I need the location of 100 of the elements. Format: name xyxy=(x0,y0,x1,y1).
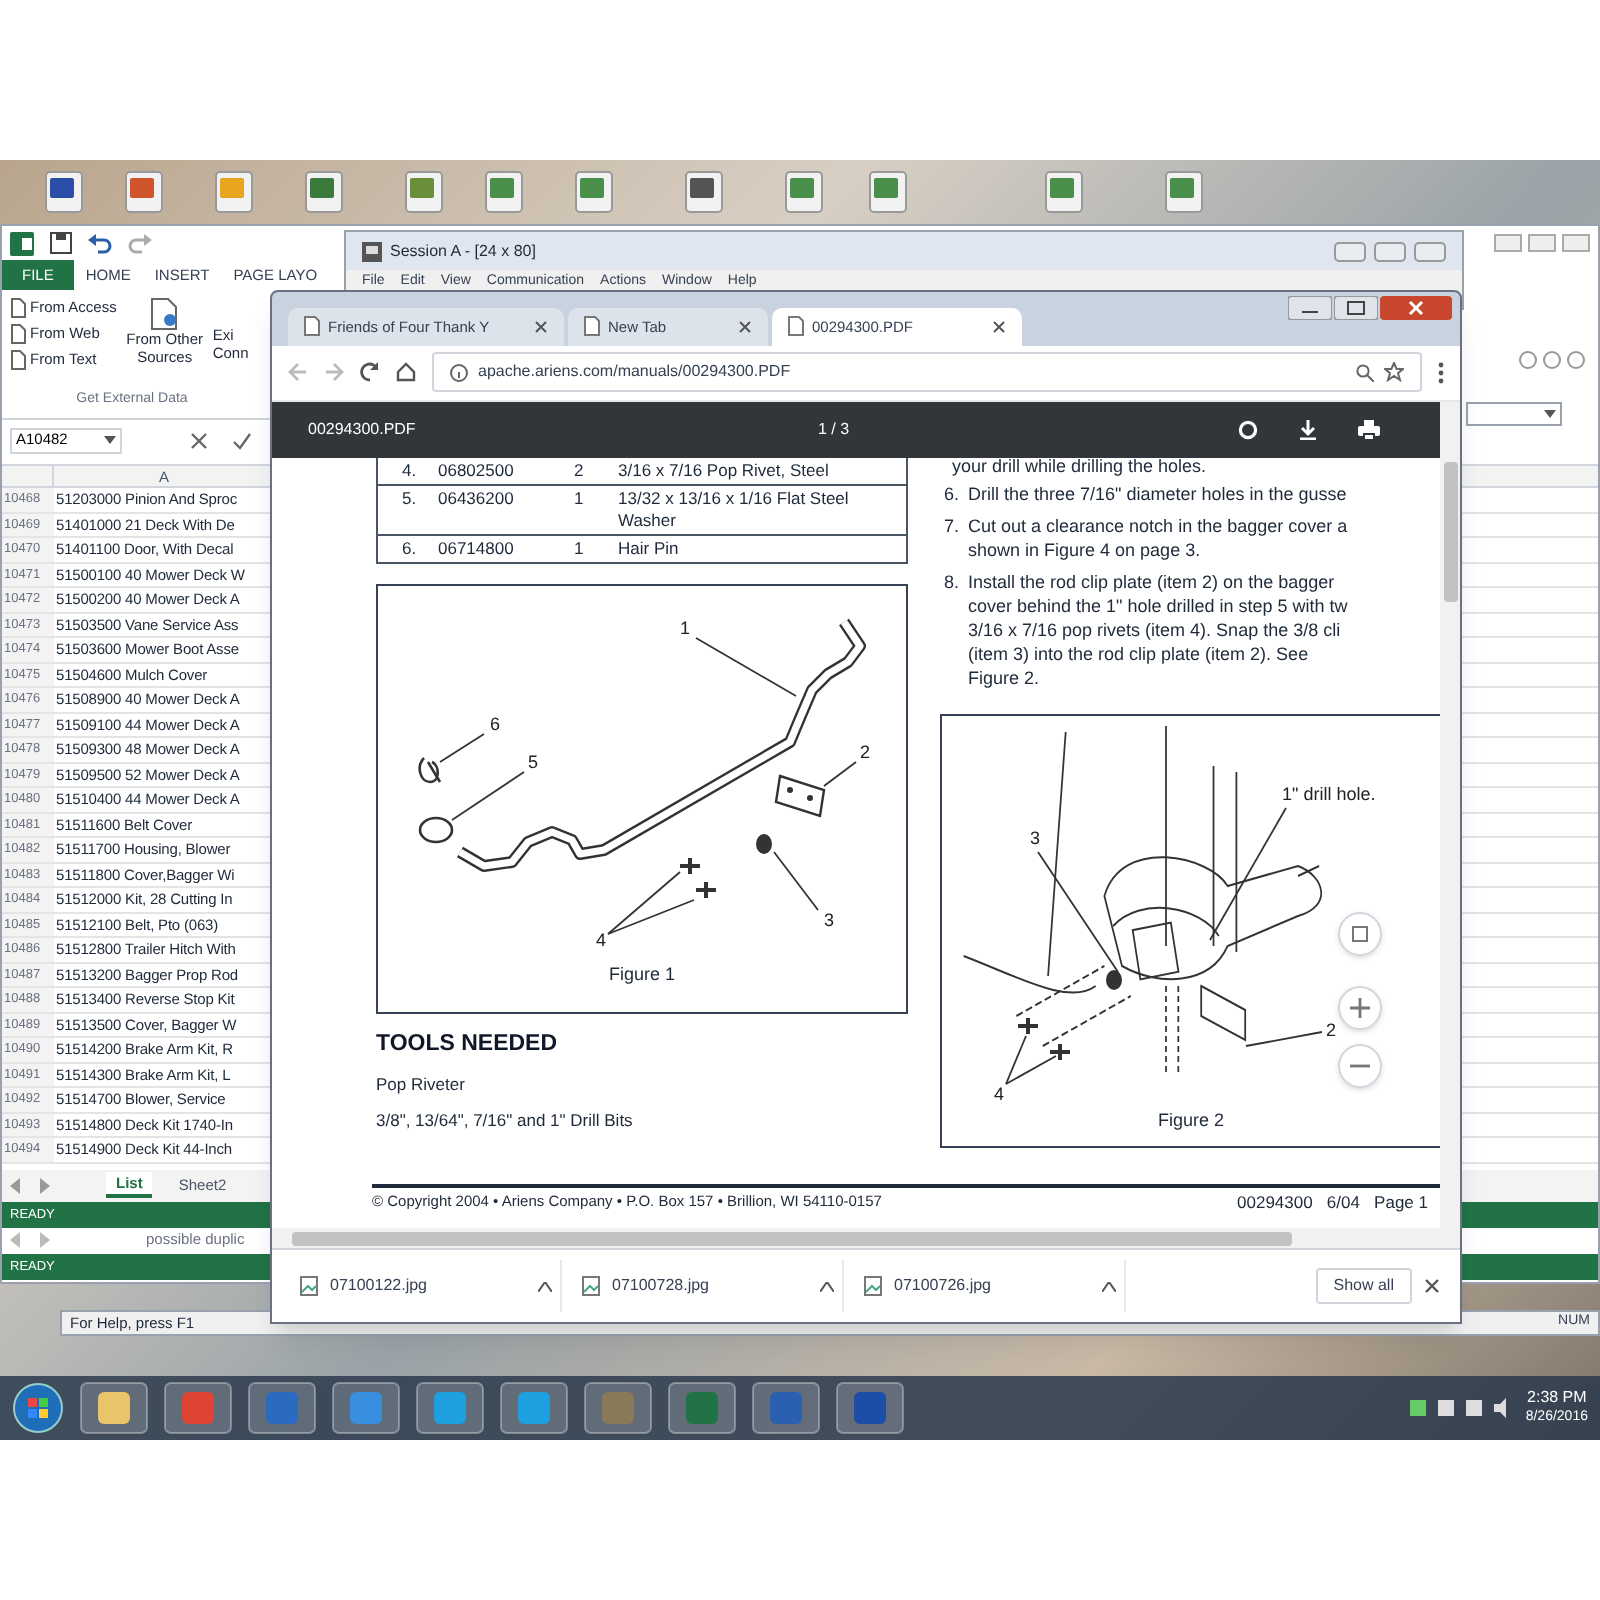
maximize-icon[interactable] xyxy=(1334,296,1378,320)
taskbar-app-icon[interactable] xyxy=(584,1382,652,1434)
zoom-in-icon xyxy=(1350,997,1370,1018)
forward-icon[interactable] xyxy=(324,362,344,383)
clock-time: 2:38 PM xyxy=(1527,1388,1587,1408)
taskbar-app-icon[interactable] xyxy=(752,1382,820,1434)
cancel-icon[interactable] xyxy=(190,431,208,449)
zoom-out-button[interactable] xyxy=(1338,1043,1382,1088)
close-icon[interactable] xyxy=(738,319,752,334)
desktop-shortcut-icon[interactable] xyxy=(120,168,168,216)
table-cell-text: 06802500 xyxy=(438,459,516,482)
desktop-shortcut-icon[interactable] xyxy=(864,168,912,216)
caret-icon xyxy=(104,436,116,444)
page-icon xyxy=(788,316,804,337)
scrollbar[interactable] xyxy=(1440,401,1460,1229)
download-item[interactable]: 07100726.jpg xyxy=(856,1260,1126,1313)
leader-line xyxy=(606,870,694,935)
dropdown-field[interactable] xyxy=(1466,402,1562,426)
table-cell-text: 4. xyxy=(400,459,419,482)
figure-caption: Figure 1 xyxy=(608,961,676,988)
document-icon xyxy=(150,298,179,330)
minimize-icon[interactable] xyxy=(1288,296,1332,320)
scrollbar-thumb[interactable] xyxy=(1443,461,1457,602)
rotate-icon[interactable] xyxy=(1238,419,1258,440)
print-icon[interactable] xyxy=(1358,419,1380,440)
taskbar-app-icon[interactable] xyxy=(668,1382,736,1434)
close-icon[interactable] xyxy=(534,319,548,334)
back-icon[interactable] xyxy=(288,362,308,383)
menu-icon[interactable] xyxy=(1438,361,1444,384)
table-cell-text: 06436200 xyxy=(438,487,516,512)
enter-icon[interactable] xyxy=(232,431,252,449)
show-all-button[interactable]: Show all xyxy=(1315,1268,1412,1305)
callout-text: 1" drill hole. xyxy=(1281,783,1375,804)
rivet-drawing xyxy=(677,855,717,900)
leader-line xyxy=(1244,1030,1322,1047)
fit-page-icon xyxy=(1352,925,1368,942)
desktop-shortcut-icon[interactable] xyxy=(300,168,348,216)
image-file-icon xyxy=(300,1276,318,1297)
caret-icon xyxy=(1544,410,1556,418)
table-cell-text: 1 xyxy=(574,487,586,512)
scrollbar[interactable] xyxy=(272,1228,1460,1249)
taskbar-app-icon[interactable] xyxy=(416,1382,484,1434)
window-title: Session A - [24 x 80] xyxy=(390,239,536,263)
download-item[interactable]: 07100728.jpg xyxy=(574,1260,844,1313)
save-icon[interactable] xyxy=(50,232,72,254)
taskbar-app-icon[interactable] xyxy=(164,1382,232,1434)
zoom-in-button[interactable] xyxy=(1338,985,1382,1030)
download-item[interactable]: 07100122.jpg xyxy=(292,1260,562,1313)
desktop-shortcut-icon[interactable] xyxy=(400,168,448,216)
terminal-app-icon xyxy=(362,241,382,261)
taskbar-app-icon[interactable] xyxy=(332,1382,400,1434)
desktop-shortcut-icon[interactable] xyxy=(570,168,618,216)
scroll-left-icon[interactable] xyxy=(10,1177,22,1193)
desktop-shortcut-icon[interactable] xyxy=(780,168,828,216)
download-icon[interactable] xyxy=(1298,419,1318,440)
table-cell-text: Hair Pin xyxy=(618,537,681,560)
leader-line xyxy=(1208,806,1286,941)
scroll-right-icon[interactable] xyxy=(38,1232,50,1248)
scroll-left-icon[interactable] xyxy=(10,1232,22,1248)
leader-line xyxy=(438,732,484,763)
desktop-shortcut-icon[interactable] xyxy=(480,168,528,216)
caret-up-icon[interactable] xyxy=(820,1281,834,1292)
caret-up-icon[interactable] xyxy=(1102,1281,1116,1292)
caret-up-icon[interactable] xyxy=(538,1281,552,1292)
desktop-shortcut-icon[interactable] xyxy=(680,168,728,216)
washer-drawing xyxy=(417,816,453,843)
taskbar-app-icon[interactable] xyxy=(500,1382,568,1434)
search-icon[interactable] xyxy=(1356,363,1374,382)
clip-drawing xyxy=(1105,969,1121,990)
desktop-shortcut-icon[interactable] xyxy=(40,168,88,216)
reload-icon[interactable] xyxy=(360,362,380,383)
leader-line xyxy=(1036,850,1118,973)
scrollbar-thumb[interactable] xyxy=(292,1231,1292,1246)
callout-number: 4 xyxy=(595,929,606,950)
instruction-text: Cut out a clearance notch in the bagger cover a shown in Figure 4 on page 3. xyxy=(968,513,1348,562)
scroll-right-icon[interactable] xyxy=(38,1177,50,1193)
desktop-shortcut-icon[interactable] xyxy=(1040,168,1088,216)
taskbar-app-icon[interactable] xyxy=(836,1382,904,1434)
image-file-icon xyxy=(864,1276,882,1297)
fit-page-button[interactable] xyxy=(1338,911,1382,956)
tray-icons[interactable] xyxy=(1409,1396,1510,1420)
close-icon[interactable] xyxy=(1424,1278,1440,1295)
callout-text: 3 xyxy=(1029,827,1040,848)
spreadsheet-app-icon[interactable] xyxy=(10,231,34,255)
home-icon[interactable] xyxy=(396,362,416,383)
close-icon[interactable] xyxy=(1380,296,1452,320)
start-button-icon[interactable] xyxy=(12,1382,64,1434)
table-cell-text: 2 xyxy=(574,459,586,482)
close-icon[interactable] xyxy=(992,319,1006,334)
undo-icon[interactable] xyxy=(88,233,112,253)
redo-icon[interactable] xyxy=(128,233,152,253)
desktop-shortcut-icon[interactable] xyxy=(1160,168,1208,216)
taskbar-app-icon[interactable] xyxy=(80,1382,148,1434)
address-bar[interactable]: apache.ariens.com/manuals/00294300.PDF xyxy=(432,352,1422,393)
zoom-out-icon xyxy=(1350,1063,1370,1068)
image-file-icon xyxy=(582,1276,600,1297)
clip-drawing xyxy=(755,833,771,854)
table-cell-text: 6. xyxy=(400,537,419,560)
instruction-text: Install the rod clip plate (item 2) on the bagger cover behind the 1" hole drilled in step 5 with tw 3/16 x 7/16 pop rivets (item 4). Snap the 3/8 cli (item 3) into the rod clip plate (item 2). See Figure 2. xyxy=(968,569,1348,690)
taskbar-app-icon[interactable] xyxy=(248,1382,316,1434)
